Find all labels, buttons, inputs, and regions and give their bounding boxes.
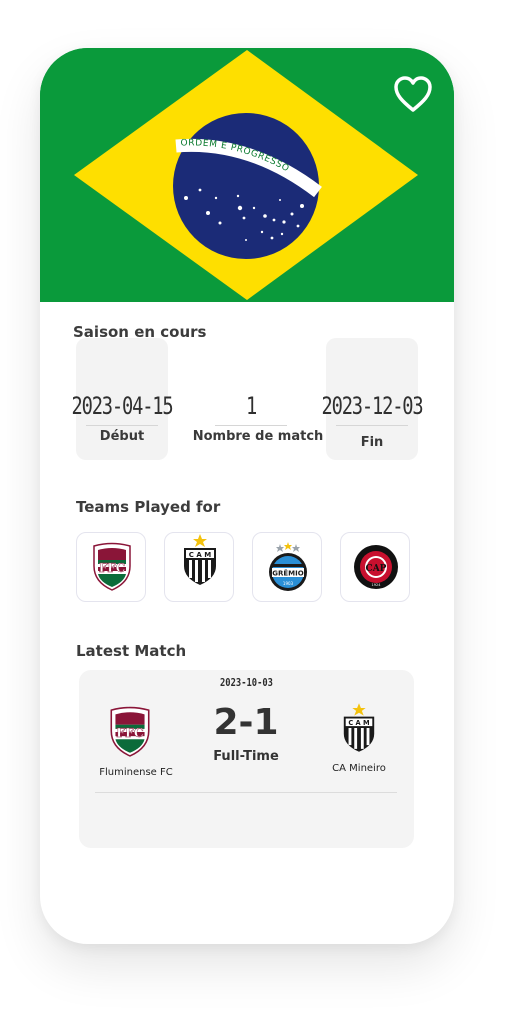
team-card-fluminense[interactable]: FFC — [76, 532, 146, 602]
svg-text:1924: 1924 — [372, 583, 382, 587]
svg-text:C A M: C A M — [189, 551, 211, 559]
match-count-value: 1 — [245, 392, 257, 420]
athletico-paranaense-crest-icon: CAP 1924 — [354, 545, 398, 589]
svg-text:1903: 1903 — [283, 581, 294, 586]
season-start-label: Début — [99, 429, 145, 444]
teams-title: Teams Played for — [76, 498, 221, 516]
season-end-divider — [336, 425, 408, 426]
match-status: Full-Time — [213, 749, 279, 764]
away-team-name: CA Mineiro — [332, 763, 386, 774]
svg-text:GRÊMIO: GRÊMIO — [272, 569, 303, 578]
svg-text:FFC: FFC — [116, 725, 144, 740]
season-start-divider — [86, 425, 158, 426]
latest-match-card[interactable]: 2023-10-03 FFC Fluminense FC 2-1 Full-Ti… — [79, 670, 414, 848]
svg-text:FFC: FFC — [99, 561, 126, 575]
match-date: 2023-10-03 — [220, 676, 273, 689]
team-card-athletico-paranaense[interactable]: CAP 1924 — [340, 532, 410, 602]
svg-text:C A M: C A M — [348, 719, 369, 727]
gremio-crest-icon: GRÊMIO 1903 — [269, 542, 307, 591]
home-team-crest-icon: FFC — [110, 706, 150, 757]
country-flag: ORDEM E PROGRESSO — [40, 48, 454, 302]
season-start-value: 2023-04-15 — [71, 392, 173, 420]
team-card-gremio[interactable]: GRÊMIO 1903 — [252, 532, 322, 602]
home-team-name: Fluminense FC — [99, 767, 173, 778]
match-score: 2-1 — [213, 702, 279, 743]
match-divider — [95, 792, 397, 793]
season-end-label: Fin — [360, 435, 384, 450]
team-card-atletico-mineiro[interactable]: C A M — [164, 532, 234, 602]
fluminense-crest-icon: FFC — [93, 542, 131, 591]
atletico-mineiro-crest-icon: C A M — [184, 534, 216, 585]
phone-screen: ORDEM E PROGRESSO Saison en cours 2023-0… — [40, 48, 454, 944]
favorite-heart-icon[interactable] — [392, 74, 434, 114]
match-count-divider — [215, 425, 287, 426]
season-end-value: 2023-12-03 — [321, 392, 423, 420]
svg-text:CAP: CAP — [366, 564, 387, 574]
latest-match-title: Latest Match — [76, 642, 187, 660]
match-count-label: Nombre de match — [192, 429, 324, 444]
away-team-crest-icon: C A M — [343, 703, 375, 752]
